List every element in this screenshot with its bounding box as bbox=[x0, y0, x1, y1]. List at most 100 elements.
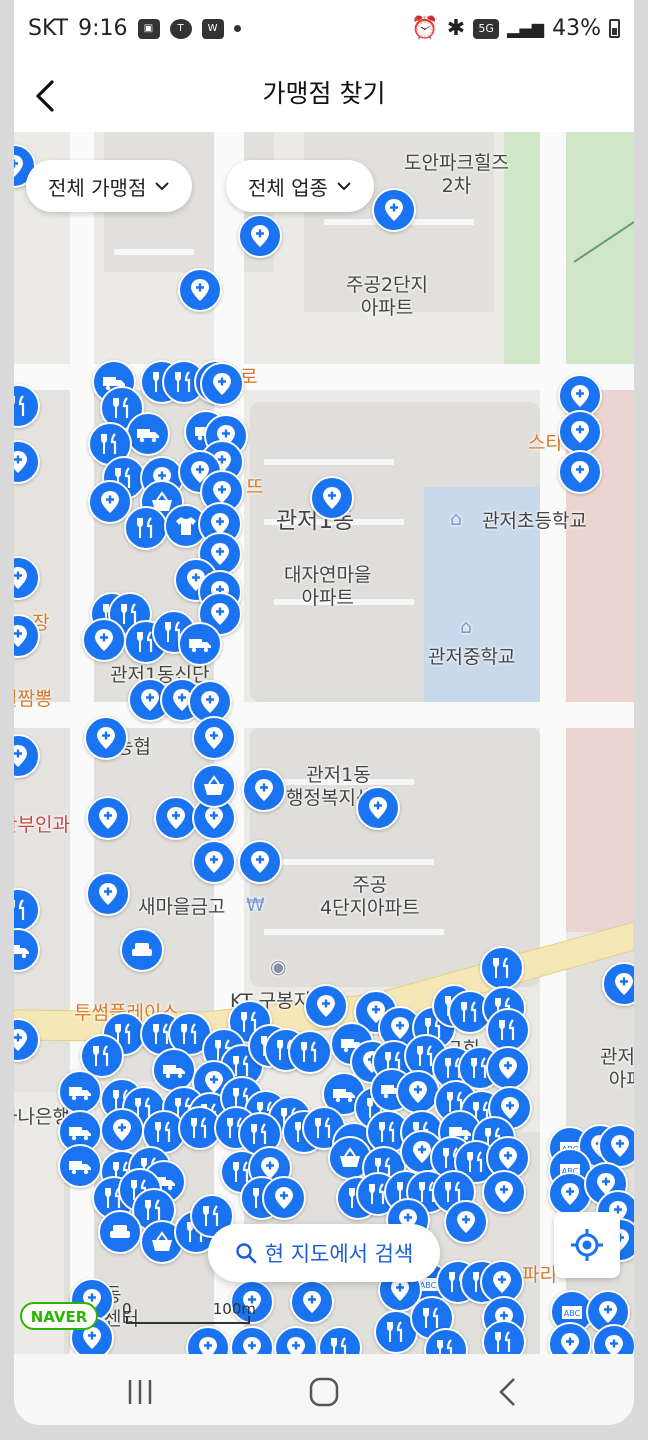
battery-percent: 43% bbox=[552, 16, 601, 41]
pharmacy-pin-icon bbox=[495, 1181, 513, 1203]
map-label-doan: 도안파크힐즈 2차 bbox=[404, 152, 509, 197]
merchant-pin-food[interactable] bbox=[288, 1030, 332, 1074]
merchant-pin-plus[interactable] bbox=[100, 1108, 144, 1152]
truck-icon bbox=[163, 1065, 185, 1079]
merchant-pin-plus[interactable] bbox=[86, 796, 130, 840]
merchant-pin-sofa[interactable] bbox=[98, 1210, 142, 1254]
current-location-button[interactable] bbox=[554, 1212, 620, 1278]
pharmacy-pin-icon bbox=[199, 1337, 217, 1354]
crosshair-icon bbox=[571, 1229, 603, 1261]
pharmacy-pin-icon bbox=[95, 629, 113, 651]
merchant-pin-truck[interactable] bbox=[178, 622, 222, 666]
merchant-pin-plus[interactable] bbox=[192, 716, 236, 760]
merchant-pin-plus[interactable] bbox=[192, 840, 236, 884]
pharmacy-pin-icon bbox=[611, 1135, 629, 1157]
pharmacy-pin-icon bbox=[243, 1337, 261, 1354]
recent-apps-icon[interactable] bbox=[120, 1372, 160, 1412]
svg-text:ABC: ABC bbox=[420, 1281, 437, 1290]
pharmacy-pin-icon bbox=[561, 1333, 579, 1354]
pharmacy-pin-icon bbox=[275, 1187, 293, 1209]
sofa-icon bbox=[110, 1225, 130, 1238]
merchant-pin-food[interactable] bbox=[124, 506, 168, 550]
search-this-area-button[interactable]: 현 지도에서 검색 bbox=[208, 1224, 440, 1282]
restaurant-icon bbox=[495, 1331, 511, 1352]
restaurant-icon bbox=[387, 1321, 403, 1342]
notification-dot-icon bbox=[233, 25, 241, 32]
w-app-icon: W bbox=[201, 18, 224, 39]
restaurant-icon bbox=[461, 1001, 477, 1022]
merchant-pin-plus[interactable] bbox=[178, 268, 222, 312]
pharmacy-pin-icon bbox=[255, 779, 273, 801]
merchant-pin-plus[interactable] bbox=[238, 214, 282, 258]
pharmacy-pin-icon bbox=[205, 851, 223, 873]
map-label-gwanjeo-r: 관저리 아파 bbox=[600, 1046, 634, 1091]
restaurant-icon bbox=[499, 1019, 515, 1040]
truck-icon bbox=[69, 1087, 91, 1101]
pharmacy-pin-icon bbox=[499, 1057, 517, 1079]
merchant-pin-plus[interactable] bbox=[86, 872, 130, 916]
bluetooth-icon: ✱ bbox=[446, 16, 466, 41]
search-icon bbox=[236, 1243, 257, 1264]
merchant-pin-plus[interactable] bbox=[84, 716, 128, 760]
merchant-pin-plus[interactable] bbox=[310, 476, 354, 520]
merchant-pin-plus[interactable] bbox=[304, 984, 348, 1028]
merchant-pin-plus[interactable] bbox=[356, 786, 400, 830]
merchant-pin-plus[interactable] bbox=[262, 1176, 306, 1220]
restaurant-icon bbox=[14, 395, 25, 416]
merchant-pin-plus[interactable] bbox=[200, 362, 244, 406]
merchant-pin-plus[interactable] bbox=[372, 188, 416, 232]
merchant-pin-basket[interactable] bbox=[192, 764, 236, 808]
merchant-pin-plus[interactable] bbox=[486, 1046, 530, 1090]
pharmacy-pin-icon bbox=[493, 1271, 511, 1293]
pharmacy-pin-icon bbox=[99, 807, 117, 829]
restaurant-icon bbox=[379, 1121, 395, 1142]
merchant-pin-plus[interactable] bbox=[558, 410, 602, 454]
merchant-pin-truck[interactable] bbox=[152, 1048, 196, 1092]
store-filter-dropdown[interactable]: 전체 가맹점 bbox=[26, 160, 193, 212]
basket-icon bbox=[152, 1231, 172, 1251]
truck-icon bbox=[69, 1161, 91, 1175]
merchant-pin-plus[interactable] bbox=[482, 1170, 526, 1214]
pharmacy-pin-icon bbox=[251, 851, 269, 873]
map-label-daejayeon: 대자연마을 아파트 bbox=[284, 564, 372, 609]
merchant-pin-truck[interactable] bbox=[58, 1070, 102, 1114]
school-icon: ⌂ bbox=[450, 508, 463, 530]
map-view[interactable]: 도안파크힐즈 2차 주공2단지 아파트 관저1동 대자연마을 아파트 관저초등학… bbox=[14, 132, 634, 1354]
pharmacy-pin-icon bbox=[561, 1183, 579, 1205]
restaurant-icon bbox=[113, 397, 129, 418]
pharmacy-pin-icon bbox=[14, 625, 27, 647]
restaurant-icon bbox=[203, 1205, 219, 1226]
merchant-pin-plus[interactable] bbox=[238, 840, 282, 884]
merchant-pin-plus[interactable] bbox=[396, 1070, 440, 1114]
pharmacy-pin-icon bbox=[391, 1017, 409, 1039]
merchant-pin-plus[interactable] bbox=[242, 768, 286, 812]
restaurant-icon bbox=[301, 1041, 317, 1062]
store-filter-label: 전체 가맹점 bbox=[48, 175, 147, 200]
shirt-icon bbox=[176, 517, 196, 535]
pharmacy-pin-icon bbox=[571, 461, 589, 483]
merchant-pin-sofa[interactable] bbox=[120, 928, 164, 972]
bank-icon: ₩ bbox=[246, 894, 265, 916]
merchant-pin-plus[interactable] bbox=[444, 1200, 488, 1244]
merchant-pin-plus[interactable] bbox=[82, 618, 126, 662]
basket-icon bbox=[204, 775, 224, 795]
map-label-paris: 파리 bbox=[522, 1264, 557, 1286]
pharmacy-pin-icon bbox=[385, 199, 403, 221]
system-navigation-bar bbox=[14, 1354, 634, 1425]
map-label-jugong2: 주공2단지 아파트 bbox=[346, 274, 429, 319]
merchant-pin-plus[interactable] bbox=[558, 450, 602, 494]
merchant-pin-food[interactable] bbox=[480, 946, 524, 990]
signal-icon: ▂▄▆ bbox=[507, 19, 545, 38]
back-nav-icon[interactable] bbox=[488, 1372, 528, 1412]
pharmacy-pin-icon bbox=[457, 1211, 475, 1233]
pharmacy-pin-icon bbox=[99, 883, 117, 905]
naver-logo: NAVER bbox=[20, 1302, 98, 1330]
pharmacy-pin-icon bbox=[615, 973, 633, 995]
restaurant-icon bbox=[14, 899, 25, 920]
merchant-pin-truck[interactable] bbox=[126, 412, 170, 456]
category-filter-dropdown[interactable]: 전체 업종 bbox=[226, 160, 374, 212]
merchant-pin-plus[interactable] bbox=[290, 1280, 334, 1324]
pharmacy-pin-icon bbox=[14, 567, 27, 589]
home-icon[interactable] bbox=[304, 1372, 344, 1412]
merchant-pin-truck[interactable] bbox=[58, 1144, 102, 1188]
